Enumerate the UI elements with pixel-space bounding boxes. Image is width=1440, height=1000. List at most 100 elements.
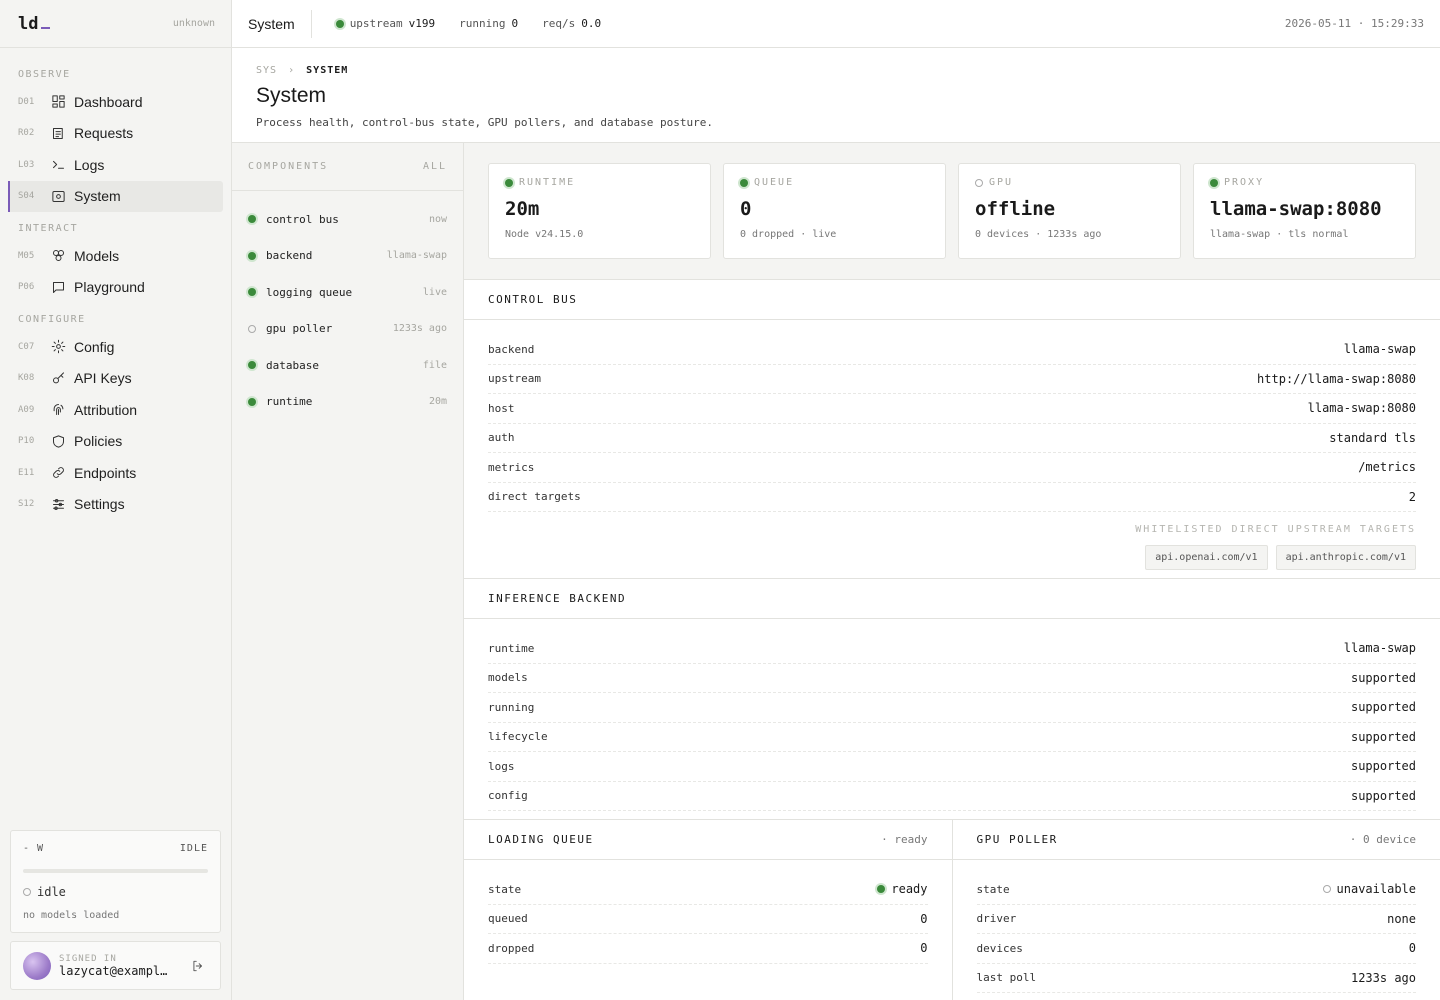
- components-panel: COMPONENTS ALL control bus now backend llam…: [232, 143, 464, 1000]
- loading-queue-meta: · ready: [881, 833, 928, 846]
- status-dot-icon: [1210, 178, 1218, 187]
- logout-button[interactable]: [188, 956, 208, 976]
- kv-value: llama-swap: [1344, 641, 1416, 655]
- component-meta: live: [422, 286, 447, 298]
- sidebar-item-settings[interactable]: S12 Settings: [8, 489, 223, 521]
- kv-value: supported: [1351, 759, 1416, 773]
- load-subtext: no models loaded: [23, 910, 120, 921]
- stat-subtext: 0 dropped · live: [740, 229, 837, 240]
- nav-code: L03: [18, 159, 35, 170]
- sidebar-item-playground[interactable]: P06 Playground: [8, 272, 223, 304]
- kv-value-text: llama-swap:8080: [1307, 401, 1416, 416]
- load-mode: IDLE: [179, 843, 208, 854]
- stat-card-runtime: RUNTIME 20m Node v24.15.0: [488, 163, 711, 259]
- gpu-poller-rows: state unavailable driver none devices 0 last p…: [953, 860, 1440, 1000]
- nav-label: Config: [74, 338, 115, 355]
- kv-value: 0: [920, 912, 927, 926]
- stat-value: llama-swap:8080: [1210, 198, 1382, 220]
- control-bus-section: CONTROL BUS backend llama-swap upstream htt…: [464, 280, 1440, 579]
- upstream-value: v199: [408, 17, 436, 30]
- component-meta: llama-swap: [386, 250, 447, 262]
- load-state: idle: [37, 885, 66, 899]
- kv-value-text: 0: [920, 941, 928, 956]
- sidebar-item-logs[interactable]: L03 Logs: [8, 149, 223, 181]
- component-item[interactable]: control bus now: [232, 201, 463, 238]
- gpu-poller-title: GPU POLLER: [976, 833, 1058, 846]
- sidebar-item-system[interactable]: S04 System: [8, 180, 223, 212]
- nav-code: R02: [18, 128, 35, 139]
- kv-value: supported: [1351, 700, 1416, 714]
- stat-label: QUEUE: [754, 177, 795, 188]
- stat-subtext: llama-swap · tls normal: [1210, 229, 1349, 240]
- kv-value-text: ready: [891, 882, 928, 897]
- nav-section-title: OBSERVE: [18, 68, 71, 80]
- reqs-status: req/s 0.0: [542, 17, 601, 30]
- component-meta: now: [428, 213, 447, 225]
- component-item[interactable]: gpu poller 1233s ago: [232, 311, 463, 348]
- key-icon: [50, 370, 66, 386]
- component-name: backend: [266, 249, 313, 263]
- stat-card-queue: QUEUE 0 0 dropped · live: [723, 163, 946, 259]
- components-filter[interactable]: ALL: [423, 161, 447, 172]
- nav-code: D01: [18, 96, 35, 107]
- fingerprint-icon: [50, 402, 66, 418]
- components-title: COMPONENTS: [248, 161, 329, 172]
- kv-value-text: none: [1387, 911, 1416, 926]
- component-name: database: [266, 358, 319, 372]
- kv-value-text: 1233s ago: [1350, 970, 1416, 985]
- kv-key: running: [488, 700, 535, 714]
- sidebar-nav: OBSERVE D01 Dashboard R02 Requests L03 Logs S04…: [0, 48, 231, 520]
- sidebar-item-api-keys[interactable]: K08 API Keys: [8, 363, 223, 395]
- kv-key: direct targets: [488, 490, 581, 504]
- sidebar-item-endpoints[interactable]: E11 Endpoints: [8, 457, 223, 489]
- sidebar-item-requests[interactable]: R02 Requests: [8, 118, 223, 150]
- component-item[interactable]: runtime 20m: [232, 384, 463, 421]
- running-status: running 0: [459, 17, 518, 30]
- stat-strip: RUNTIME 20m Node v24.15.0 QUEUE 0 0 dropped ·…: [464, 143, 1440, 280]
- kv-value: /metrics: [1358, 460, 1416, 474]
- app-logo[interactable]: ld: [18, 14, 51, 34]
- sidebar-item-dashboard[interactable]: D01 Dashboard: [8, 86, 223, 118]
- load-power: - W: [23, 843, 45, 854]
- sidebar-item-attribution[interactable]: A09 Attribution: [8, 394, 223, 426]
- stat-subtext: 0 devices · 1233s ago: [975, 229, 1102, 240]
- component-item[interactable]: logging queue live: [232, 274, 463, 311]
- kv-row: logs supported: [488, 752, 1416, 782]
- kv-row: host llama-swap:8080: [488, 394, 1416, 424]
- kv-row: running supported: [488, 693, 1416, 723]
- kv-value: standard tls: [1329, 431, 1416, 445]
- sidebar-item-policies[interactable]: P10 Policies: [8, 426, 223, 458]
- status-dot-icon: [248, 288, 256, 297]
- component-name: runtime: [266, 395, 313, 409]
- nav-label: Models: [74, 247, 120, 264]
- avatar[interactable]: [23, 951, 51, 980]
- kv-key: driver: [976, 912, 1017, 926]
- kv-row: auth standard tls: [488, 424, 1416, 453]
- requests-icon: [50, 125, 66, 141]
- system-icon: [50, 188, 66, 204]
- sliders-icon: [50, 496, 66, 512]
- nav-code: A09: [18, 404, 35, 415]
- sidebar: ld unknown OBSERVE D01 Dashboard R02 Request…: [0, 0, 232, 1000]
- nav-label: Endpoints: [74, 464, 137, 481]
- component-name: gpu poller: [266, 322, 333, 336]
- nav-section-title: INTERACT: [18, 222, 79, 234]
- sidebar-item-models[interactable]: M05 Models: [8, 240, 223, 272]
- nav-code: K08: [18, 373, 35, 384]
- kv-value-text: supported: [1350, 759, 1416, 774]
- nav-label: Logs: [74, 156, 105, 173]
- user-label: SIGNED IN: [59, 953, 117, 964]
- breadcrumb-root[interactable]: SYS: [256, 65, 277, 76]
- component-item[interactable]: database file: [232, 347, 463, 384]
- nav-label: Policies: [74, 433, 123, 450]
- nav-label: Settings: [74, 496, 125, 513]
- component-item[interactable]: backend llama-swap: [232, 238, 463, 275]
- page-header: SYS › SYSTEM System Process health, cont…: [232, 48, 1440, 143]
- sidebar-item-config[interactable]: C07 Config: [8, 331, 223, 363]
- brand-bar: ld unknown: [0, 0, 231, 48]
- kv-value-text: http://llama-swap:8080: [1257, 371, 1416, 386]
- models-icon: [50, 248, 66, 264]
- nav-code: S04: [18, 191, 35, 202]
- breadcrumb: SYS › SYSTEM: [256, 65, 1416, 76]
- nav-label: Playground: [74, 279, 145, 296]
